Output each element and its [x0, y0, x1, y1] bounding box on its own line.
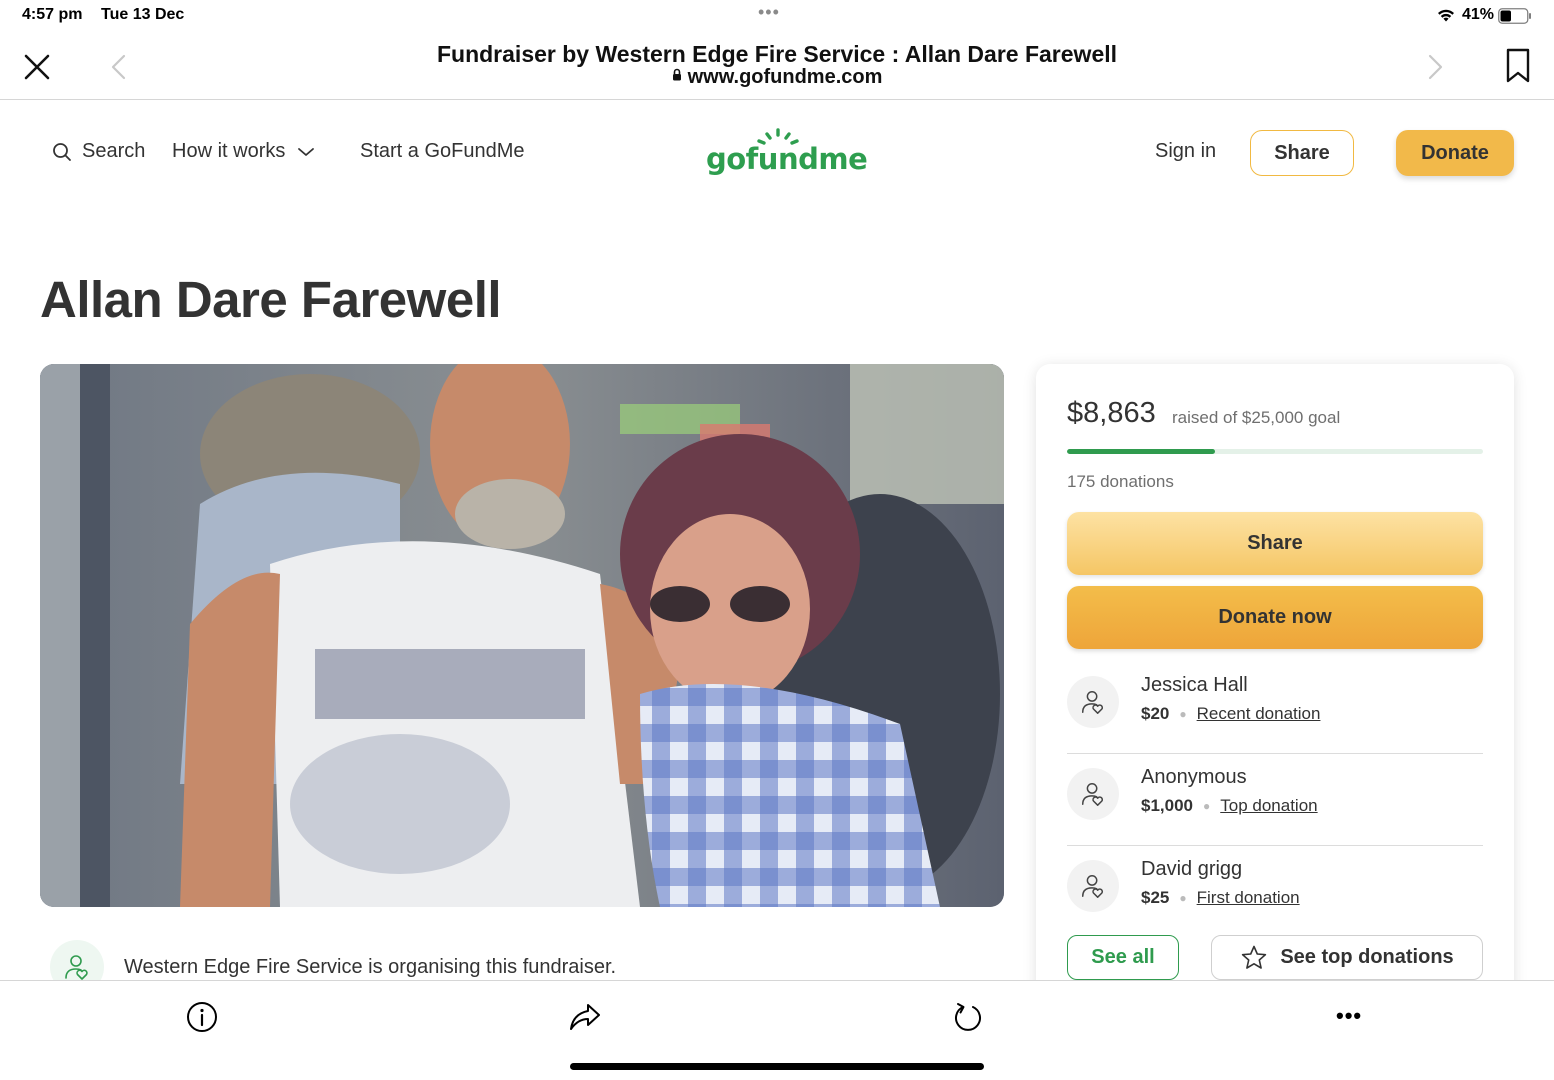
donor-meta: $1,000 ● Top donation: [1141, 796, 1318, 816]
donation-card: $8,863 raised of $25,000 goal 175 donati…: [1036, 364, 1514, 1004]
donor-amount: $1,000: [1141, 796, 1193, 815]
lock-icon: [672, 64, 682, 87]
info-icon: [187, 1002, 217, 1032]
see-top-donations-button[interactable]: See top donations: [1211, 935, 1483, 980]
info-button[interactable]: [186, 1001, 218, 1038]
donor-avatar: [1067, 768, 1119, 820]
header-donate-button[interactable]: Donate: [1396, 130, 1514, 176]
progress-fill: [1067, 449, 1215, 454]
bottom-toolbar: •••: [0, 980, 1554, 1080]
nav-search-label: Search: [82, 140, 146, 162]
browser-header: Fundraiser by Western Edge Fire Service …: [0, 32, 1554, 100]
progress-bar: [1067, 449, 1483, 454]
reload-icon: [955, 1003, 981, 1031]
donor-tag-link[interactable]: First donation: [1197, 888, 1300, 908]
donor-row: David grigg $25 ● First donation: [1067, 846, 1483, 938]
donor-amount: $25: [1141, 888, 1170, 907]
share-sheet-button[interactable]: [568, 1001, 602, 1038]
status-bar: 4:57 pm Tue 13 Dec ••• 41%: [0, 0, 1554, 32]
wifi-icon: [1436, 7, 1456, 28]
donor-row: Anonymous $1,000 ● Top donation: [1067, 754, 1483, 846]
forward-button[interactable]: [1424, 52, 1446, 82]
site-nav: Search How it works Start a GoFundMe gof…: [0, 100, 1554, 210]
url-text: www.gofundme.com: [687, 66, 883, 88]
separator-dot: ●: [1179, 707, 1187, 721]
card-share-button[interactable]: Share: [1067, 512, 1483, 575]
user-heart-icon: [1081, 782, 1104, 806]
see-all-button[interactable]: See all: [1067, 935, 1179, 980]
nav-start-gofundme[interactable]: Start a GoFundMe: [360, 140, 525, 163]
donate-now-button[interactable]: Donate now: [1067, 586, 1483, 649]
donor-amount: $20: [1141, 704, 1170, 723]
organiser-text: Western Edge Fire Service is organising …: [124, 955, 617, 978]
donor-meta: $25 ● First donation: [1141, 888, 1300, 908]
campaign-title: Allan Dare Farewell: [40, 271, 502, 328]
bookmark-icon: [1506, 48, 1530, 83]
photo-couple: [40, 364, 1004, 907]
status-time: 4:57 pm: [22, 6, 83, 23]
reload-button[interactable]: [952, 1001, 984, 1038]
page-url: www.gofundme.com: [0, 66, 1554, 89]
nav-search[interactable]: Search: [52, 140, 145, 163]
campaign-hero-image[interactable]: [40, 364, 1004, 907]
gofundme-logo[interactable]: gofundme: [706, 128, 868, 178]
donor-name: Anonymous: [1141, 766, 1247, 788]
more-options-button[interactable]: •••: [1336, 1003, 1362, 1029]
goal-text: raised of $25,000 goal: [1172, 408, 1341, 427]
status-date: Tue 13 Dec: [101, 6, 185, 23]
user-heart-icon: [1081, 874, 1104, 898]
sign-in-link[interactable]: Sign in: [1155, 140, 1216, 163]
nav-how-label: How it works: [172, 140, 286, 162]
donor-name: David grigg: [1141, 858, 1243, 880]
donation-count: 175 donations: [1067, 472, 1174, 491]
see-top-label: See top donations: [1280, 946, 1454, 968]
donor-avatar: [1067, 676, 1119, 728]
bookmark-button[interactable]: [1504, 48, 1532, 84]
battery-percent: 41%: [1462, 6, 1495, 23]
separator-dot: ●: [1179, 891, 1187, 905]
separator-dot: ●: [1203, 799, 1211, 813]
amount-raised: $8,863: [1067, 397, 1156, 429]
user-heart-icon: [65, 955, 88, 980]
user-heart-icon: [1081, 690, 1104, 714]
chevron-right-icon: [1428, 54, 1443, 80]
battery-icon: [1498, 8, 1532, 24]
multitasking-dots[interactable]: •••: [758, 2, 780, 23]
share-arrow-icon: [570, 1004, 600, 1030]
chevron-down-icon: [298, 147, 315, 156]
donor-meta: $20 ● Recent donation: [1141, 704, 1320, 724]
page-title: Fundraiser by Western Edge Fire Service …: [436, 41, 1118, 67]
donor-avatar: [1067, 860, 1119, 912]
nav-how-it-works[interactable]: How it works: [172, 140, 315, 163]
donor-tag-link[interactable]: Recent donation: [1197, 704, 1321, 724]
donor-tag-link[interactable]: Top donation: [1220, 796, 1317, 816]
star-icon: [1242, 945, 1267, 969]
donor-row: Jessica Hall $20 ● Recent donation: [1067, 662, 1483, 754]
donor-name: Jessica Hall: [1141, 674, 1248, 696]
search-icon: [53, 142, 71, 161]
logo-wordmark: gofundme: [706, 142, 868, 176]
header-share-button[interactable]: Share: [1250, 130, 1354, 176]
home-indicator[interactable]: [570, 1063, 984, 1070]
